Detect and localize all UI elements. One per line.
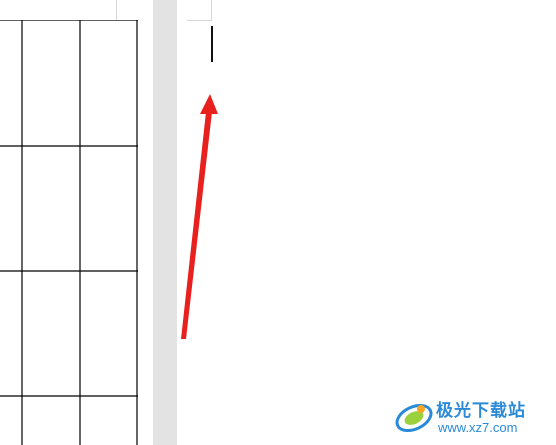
margin-mark — [116, 0, 117, 20]
page-gutter — [153, 0, 177, 445]
site-watermark: 极光下载站 www.xz7.com — [394, 392, 550, 440]
corner-mark — [211, 0, 212, 21]
document-canvas: 极光下载站 www.xz7.com — [0, 0, 556, 445]
watermark-url: www.xz7.com — [438, 420, 518, 435]
text-cursor — [211, 26, 213, 62]
left-page — [0, 0, 153, 445]
watermark-title: 极光下载站 — [436, 401, 526, 421]
right-page[interactable] — [177, 0, 556, 445]
watermark-logo-icon — [395, 403, 433, 433]
document-table[interactable] — [0, 20, 138, 445]
corner-mark — [187, 20, 211, 21]
